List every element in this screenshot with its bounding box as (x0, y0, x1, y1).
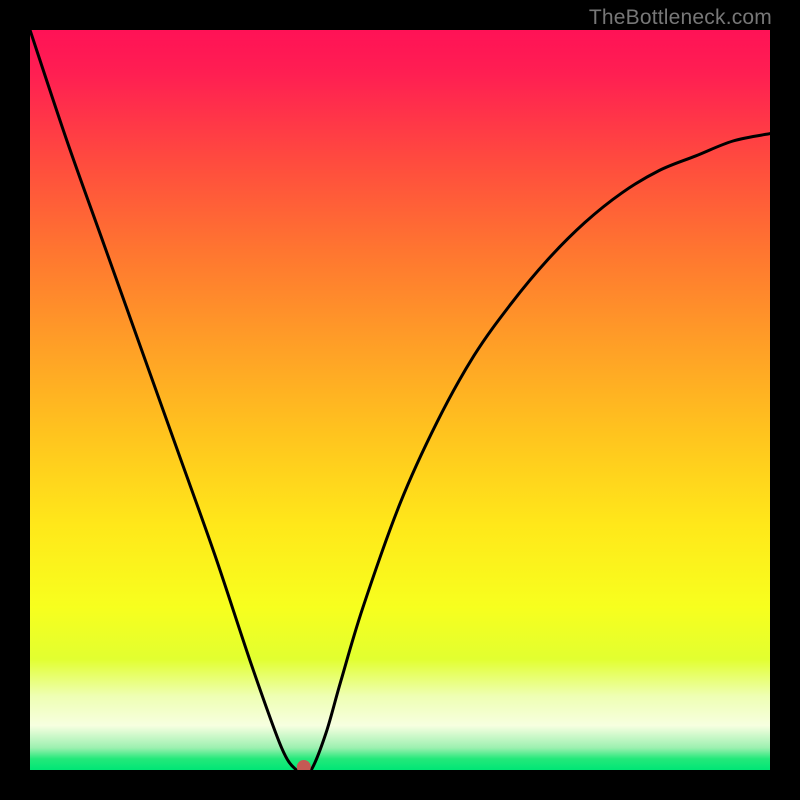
curve-layer (30, 30, 770, 770)
chart-frame: TheBottleneck.com (0, 0, 800, 800)
plot-area (30, 30, 770, 770)
bottleneck-curve (30, 30, 770, 770)
watermark-text: TheBottleneck.com (589, 6, 772, 30)
optimal-point-marker (297, 760, 311, 770)
